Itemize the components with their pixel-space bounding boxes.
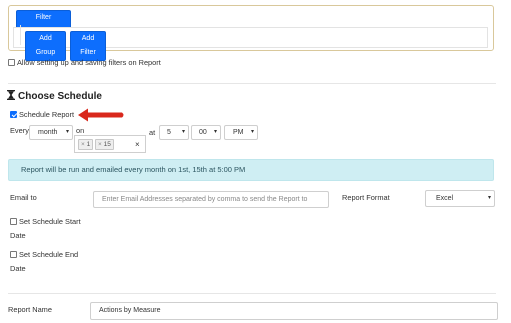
schedule-report-checkbox[interactable]	[10, 111, 17, 118]
day-tag[interactable]: × 1	[78, 139, 94, 150]
filter-tree-line	[20, 25, 21, 45]
report-format-select[interactable]: Excel ▾	[425, 190, 495, 207]
on-label: on	[76, 126, 85, 135]
hour-select[interactable]: 5 ▾	[159, 125, 189, 140]
clear-tags-icon[interactable]: ×	[135, 140, 140, 149]
chevron-down-icon: ▾	[181, 129, 185, 135]
chevron-down-icon: ▾	[250, 129, 254, 135]
schedule-start-label-cont: Date	[10, 231, 26, 240]
day-tag-value: 15	[103, 141, 111, 148]
schedule-title: Choose Schedule	[18, 90, 102, 102]
red-arrow-annotation	[78, 108, 124, 122]
add-filter-button[interactable]: Add Filter	[70, 31, 106, 61]
schedule-heading: Choose Schedule	[7, 90, 102, 102]
ampm-value: PM	[233, 129, 244, 136]
schedule-start-checkbox[interactable]	[10, 218, 17, 225]
schedule-start-row: Set Schedule Start Date	[10, 217, 81, 240]
schedule-report-row: Schedule Report	[10, 110, 74, 119]
divider	[8, 293, 496, 294]
day-tag-value: 1	[86, 141, 91, 148]
ampm-select[interactable]: PM ▾	[224, 125, 258, 140]
every-label: Every	[10, 126, 29, 135]
report-name-input[interactable]: Actions by Measure	[90, 302, 498, 320]
frequency-select[interactable]: month ▾	[29, 125, 73, 140]
allow-saving-label: Allow setting up and saving filters on R…	[17, 58, 161, 67]
divider	[8, 83, 496, 84]
minute-value: 00	[199, 129, 207, 136]
report-name-label: Report Name	[8, 305, 52, 314]
frequency-value: month	[38, 129, 58, 136]
day-tags-input[interactable]: × 1 × 15 ×	[74, 135, 146, 153]
allow-saving-row: Allow setting up and saving filters on R…	[8, 58, 161, 67]
schedule-end-label-cont: Date	[10, 264, 26, 273]
email-input[interactable]: Enter Email Addresses separated by comma…	[93, 191, 329, 208]
add-group-button[interactable]: Add Group	[25, 31, 66, 61]
schedule-end-row: Set Schedule End Date	[10, 250, 78, 273]
schedule-start-label: Set Schedule Start	[19, 217, 81, 226]
minute-select[interactable]: 00 ▾	[191, 125, 221, 140]
hour-value: 5	[167, 129, 171, 136]
chevron-down-icon: ▾	[487, 195, 491, 201]
schedule-end-checkbox[interactable]	[10, 251, 17, 258]
report-format-value: Excel	[436, 195, 454, 202]
allow-saving-checkbox[interactable]	[8, 59, 15, 66]
schedule-report-label: Schedule Report	[19, 110, 75, 119]
hourglass-icon	[7, 90, 15, 102]
email-label: Email to	[10, 193, 37, 202]
schedule-info-alert: Report will be run and emailed every mon…	[8, 159, 494, 181]
at-label: at	[149, 128, 156, 137]
chevron-down-icon: ▾	[65, 129, 69, 135]
chevron-down-icon: ▾	[213, 129, 217, 135]
day-tag[interactable]: × 15	[95, 139, 114, 150]
report-format-label: Report Format	[342, 193, 390, 202]
schedule-end-label: Set Schedule End	[19, 250, 79, 259]
